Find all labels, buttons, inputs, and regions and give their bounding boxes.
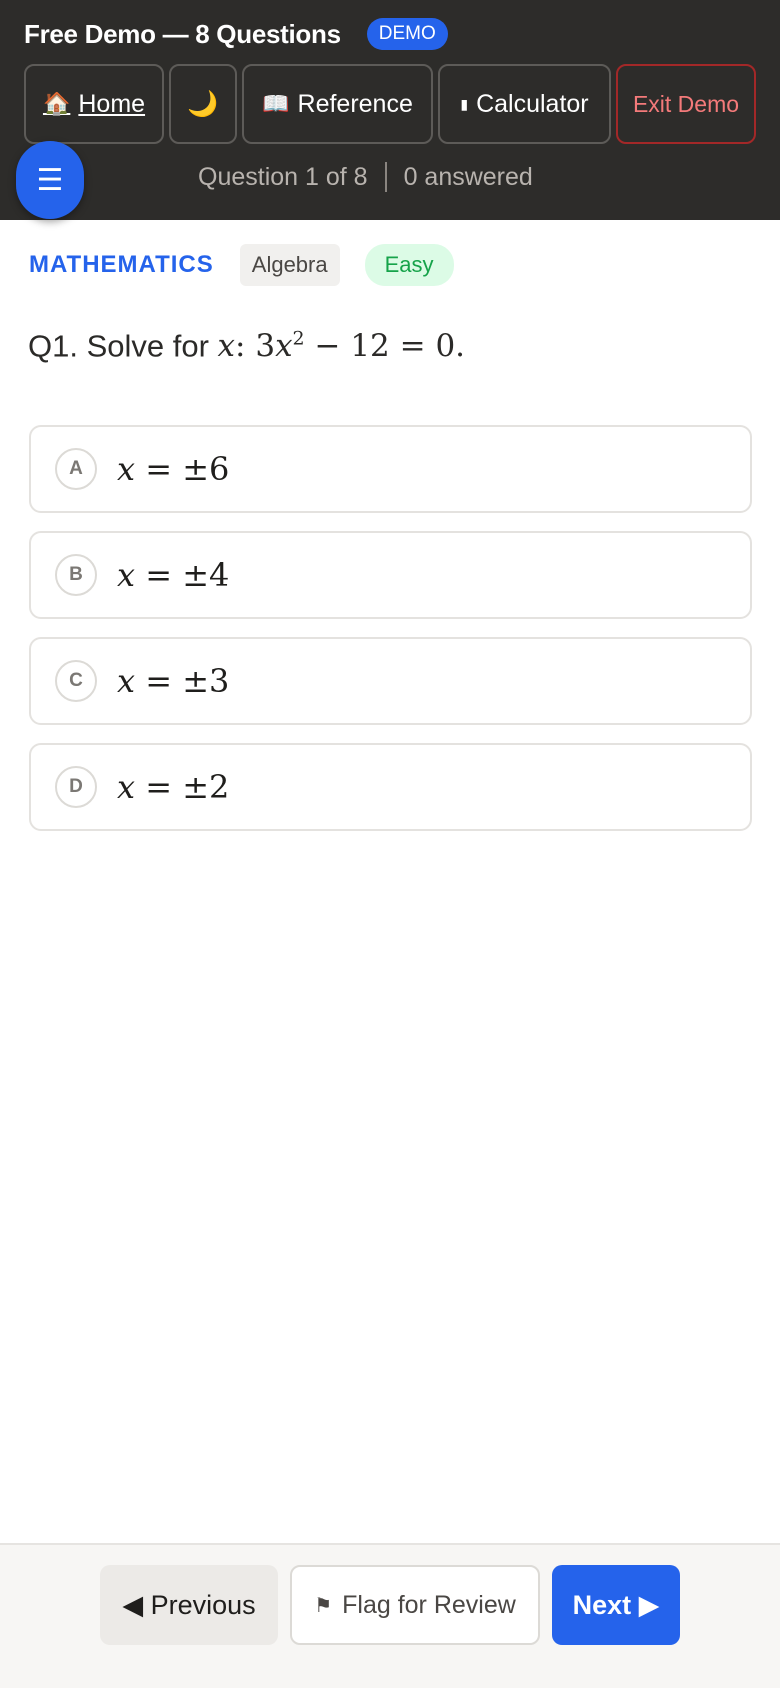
- moon-icon: 🌙: [187, 89, 219, 118]
- equation-var: x: [275, 328, 293, 365]
- option-variable: x: [117, 662, 136, 700]
- option-value: = ±2: [135, 768, 230, 806]
- divider: [384, 162, 387, 192]
- option-letter: A: [55, 448, 97, 490]
- option-b[interactable]: B x = ±4: [29, 531, 752, 619]
- subject-label: MATHEMATICS: [29, 251, 214, 278]
- option-letter: D: [55, 766, 97, 808]
- question-variable: x: [217, 328, 236, 365]
- calculator-button[interactable]: ▮ Calculator: [438, 64, 611, 144]
- option-text: x = ±3: [117, 662, 229, 700]
- calculator-label: Calculator: [476, 89, 589, 118]
- calculator-icon: ▮: [460, 95, 469, 112]
- progress-status: Question 1 of 8 0 answered: [198, 162, 533, 192]
- equation-coef: 3: [255, 328, 276, 365]
- option-value: = ±6: [135, 450, 230, 488]
- topic-tag: Algebra: [239, 244, 340, 286]
- flag-icon: ⚑: [314, 1594, 333, 1617]
- hamburger-icon: ☰: [36, 163, 64, 197]
- reference-label: Reference: [297, 89, 413, 118]
- equation-exponent: 2: [292, 328, 305, 350]
- book-icon: 📖: [262, 91, 290, 116]
- option-a[interactable]: A x = ±6: [29, 425, 752, 513]
- toolbar: 🏠 Home 🌙 📖 Reference ▮ Calculator Exit D…: [24, 64, 761, 144]
- home-label: Home: [78, 89, 146, 118]
- option-value: = ±4: [135, 556, 230, 594]
- equation-rest: − 12 = 0.: [304, 328, 466, 365]
- option-variable: x: [117, 556, 136, 594]
- app-title: Free Demo — 8 Questions: [24, 18, 341, 49]
- next-button[interactable]: Next ▶: [552, 1565, 680, 1645]
- menu-button[interactable]: ☰: [16, 141, 84, 219]
- option-letter: C: [55, 660, 97, 702]
- option-letter: B: [55, 554, 97, 596]
- question-position: Question 1 of 8: [198, 162, 368, 191]
- flag-for-review-button[interactable]: ⚑ Flag for Review: [290, 1565, 540, 1645]
- question-text: Q1. Solve for x: 3x2 − 12 = 0.: [28, 328, 466, 365]
- bottom-nav: ◀ Previous ⚑ Flag for Review Next ▶: [0, 1543, 780, 1688]
- option-c[interactable]: C x = ±3: [29, 637, 752, 725]
- home-icon: 🏠: [42, 91, 71, 116]
- demo-badge: DEMO: [366, 18, 448, 50]
- theme-toggle-button[interactable]: 🌙: [169, 64, 237, 144]
- option-variable: x: [117, 450, 136, 488]
- answer-options: A x = ±6 B x = ±4 C x = ±3 D x = ±2: [29, 425, 752, 849]
- option-text: x = ±4: [117, 556, 229, 594]
- option-d[interactable]: D x = ±2: [29, 743, 752, 831]
- option-value: = ±3: [135, 662, 230, 700]
- reference-button[interactable]: 📖 Reference: [242, 64, 433, 144]
- difficulty-badge: Easy: [364, 244, 454, 286]
- exit-demo-button[interactable]: Exit Demo: [616, 64, 756, 144]
- option-text: x = ±6: [117, 450, 229, 488]
- option-variable: x: [117, 768, 136, 806]
- previous-button[interactable]: ◀ Previous: [100, 1565, 278, 1645]
- home-button[interactable]: 🏠 Home: [24, 64, 164, 144]
- top-header: Free Demo — 8 Questions DEMO 🏠 Home 🌙 📖 …: [0, 0, 780, 220]
- title-row: Free Demo — 8 Questions DEMO: [24, 18, 448, 50]
- flag-label: Flag for Review: [342, 1590, 516, 1619]
- question-prefix: Q1. Solve for: [28, 328, 218, 364]
- question-meta: MATHEMATICS Algebra Easy: [29, 244, 454, 286]
- option-text: x = ±2: [117, 768, 229, 806]
- answered-count: 0 answered: [403, 162, 533, 191]
